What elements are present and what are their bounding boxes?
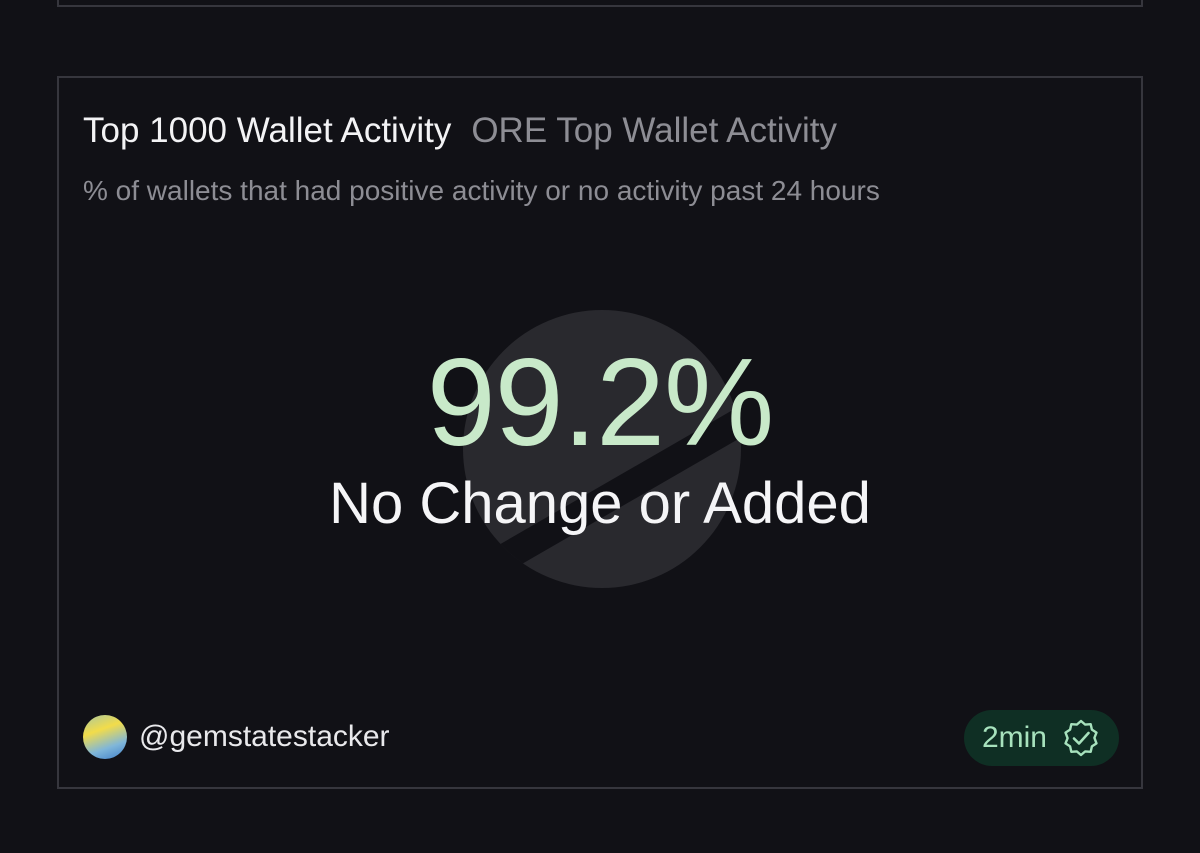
freshness-label: 2min <box>981 721 1047 754</box>
verified-check-icon <box>1064 719 1098 757</box>
metric-value: 99.2% <box>426 334 775 472</box>
previous-card <box>57 0 1143 7</box>
author-username[interactable]: @gemstatestacker <box>139 717 390 757</box>
card-source-name[interactable]: ORE Top Wallet Activity <box>471 111 837 150</box>
card-description: % of wallets that had positive activity … <box>83 175 880 206</box>
wallet-activity-card[interactable]: Top 1000 Wallet Activity ORE Top Wallet A… <box>57 76 1143 789</box>
card-header: Top 1000 Wallet Activity ORE Top Wallet A… <box>83 110 837 152</box>
page: Top 1000 Wallet Activity ORE Top Wallet A… <box>0 0 1200 853</box>
card-title: Top 1000 Wallet Activity <box>83 111 452 150</box>
author[interactable]: @gemstatestacker <box>83 715 390 759</box>
avatar[interactable] <box>83 715 127 759</box>
freshness-badge: 2min <box>963 710 1119 766</box>
metric-label: No Change or Added <box>329 471 871 536</box>
